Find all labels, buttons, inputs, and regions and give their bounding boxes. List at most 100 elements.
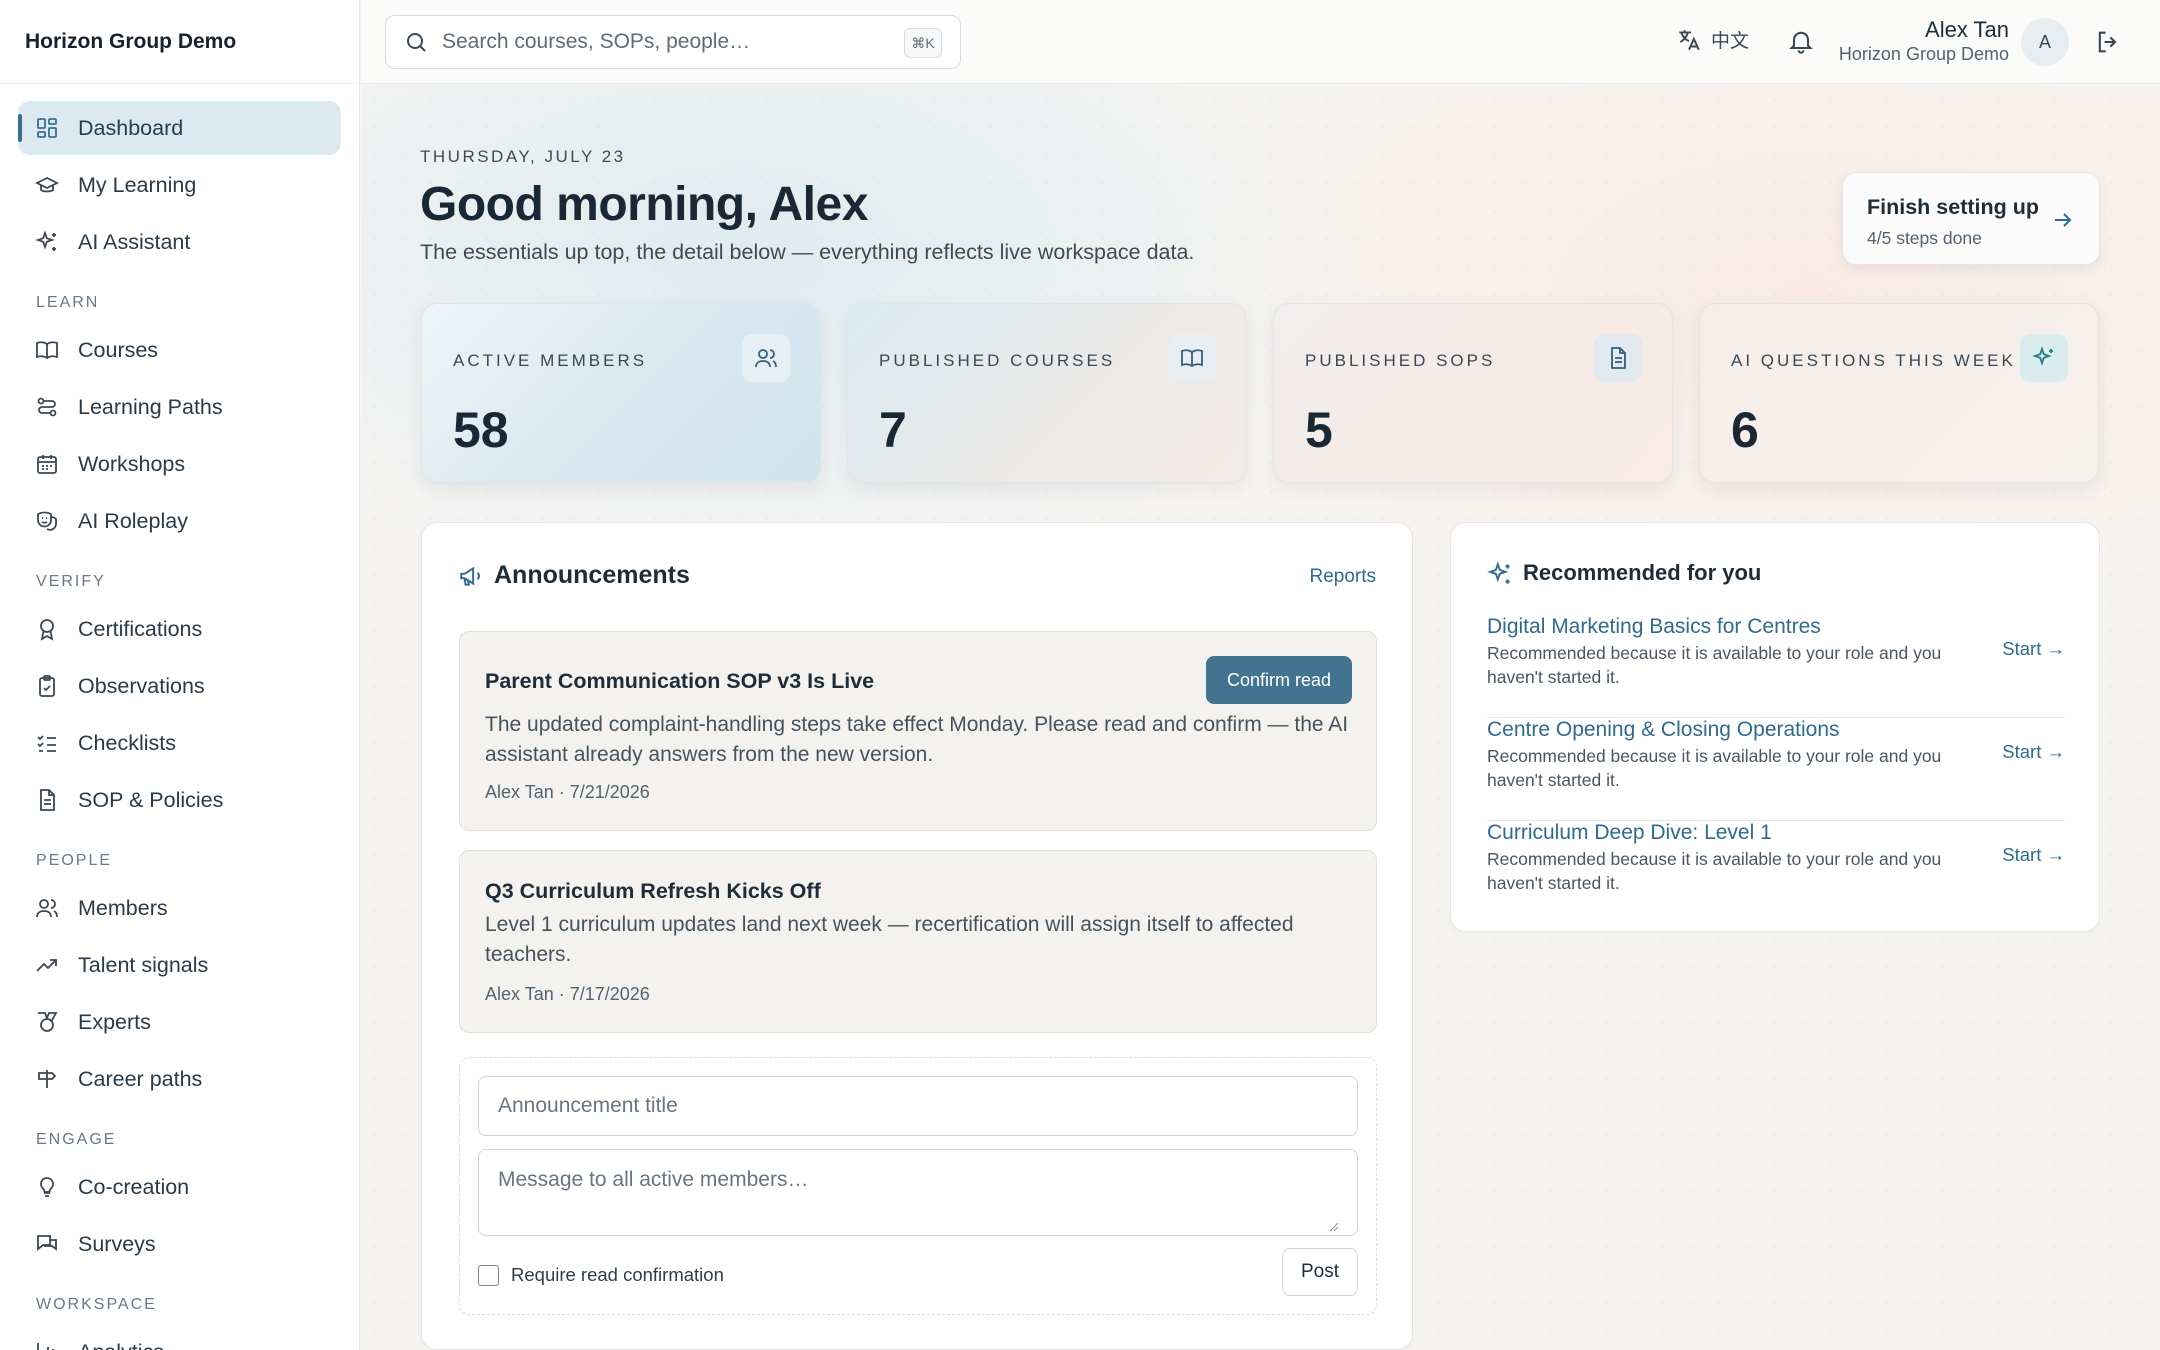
signpost-icon (38, 1070, 57, 1088)
translate-icon (1679, 29, 1700, 50)
sidebar-nav: Dashboard My Learning AI Assistant LEARN… (0, 84, 359, 1350)
sidebar-item-label: SOP & Policies (78, 787, 224, 812)
lightbulb-icon (40, 1177, 54, 1197)
calendar-icon (37, 455, 57, 474)
sidebar-item-experts[interactable]: Experts (18, 995, 341, 1049)
start-button[interactable]: Start → (2002, 741, 2065, 763)
stat-icon-box (1594, 334, 1642, 382)
announcement-body: Level 1 curriculum updates land next wee… (485, 913, 1294, 966)
sidebar-item-sop-policies[interactable]: SOP & Policies (18, 773, 341, 827)
file-text-icon (40, 789, 55, 811)
announcement-item: Parent Communication SOP v3 Is Live Conf… (459, 631, 1377, 831)
sidebar-item-co-creation[interactable]: Co-creation (18, 1160, 341, 1214)
section-learn: LEARN (36, 294, 100, 311)
sidebar-item-workshops[interactable]: Workshops (18, 437, 341, 491)
brand-name: Horizon Group Demo (0, 0, 359, 84)
stat-card-active-members: ACTIVE MEMBERS 58 (421, 303, 821, 483)
sidebar-item-label: Co-creation (78, 1174, 190, 1199)
bar-chart-icon (37, 1343, 54, 1350)
sparkles-icon (1487, 561, 1510, 584)
stat-label: PUBLISHED COURSES (879, 351, 1116, 370)
require-confirmation-checkbox[interactable] (478, 1265, 499, 1286)
users-icon (755, 349, 777, 368)
section-engage: ENGAGE (36, 1131, 117, 1148)
start-button[interactable]: Start → (2002, 638, 2065, 660)
trending-up-icon (36, 959, 57, 972)
arrow-right-icon (2055, 213, 2072, 227)
stat-value: 5 (1305, 402, 1333, 458)
sidebar-item-label: AI Roleplay (78, 508, 188, 533)
user-org: Horizon Group Demo (1838, 44, 2009, 64)
recommendation-link[interactable]: Curriculum Deep Dive: Level 1 (1487, 821, 1772, 845)
users-icon (36, 899, 58, 918)
announcement-message-input[interactable]: Message to all active members… (478, 1149, 1358, 1236)
reports-link[interactable]: Reports (1309, 566, 1376, 588)
sidebar-item-label: Checklists (78, 730, 176, 755)
sidebar-item-label: Analytics (78, 1340, 164, 1350)
sidebar-item-label: Members (78, 895, 168, 920)
sparkles-icon (35, 230, 56, 251)
current-date: THURSDAY, JULY 23 (420, 147, 626, 166)
sidebar-item-label: AI Assistant (78, 229, 191, 254)
route-icon (37, 397, 57, 417)
sidebar-item-ai-roleplay[interactable]: AI Roleplay (18, 494, 341, 548)
announcement-meta: Alex Tan · 7/21/2026 (485, 782, 650, 802)
sidebar-item-certifications[interactable]: Certifications (18, 602, 341, 656)
sidebar-item-checklists[interactable]: Checklists (18, 716, 341, 770)
announcement-composer: Announcement title Message to all active… (459, 1057, 1377, 1315)
recommendation-reason: Recommended because it is available to y… (1487, 849, 1942, 893)
dashboard-icon (37, 118, 57, 138)
search-icon (407, 33, 426, 52)
recommended-title: Recommended for you (1523, 560, 1762, 585)
page-subtitle: The essentials up top, the detail below … (420, 240, 1195, 264)
sidebar-item-surveys[interactable]: Surveys (18, 1217, 341, 1271)
theater-masks-icon (37, 511, 57, 531)
section-verify: VERIFY (36, 573, 106, 590)
start-button[interactable]: Start → (2002, 844, 2065, 866)
sidebar: Horizon Group Demo Dashboard My Learning… (0, 0, 360, 1350)
list-checks-icon (37, 735, 56, 752)
clipboard-check-icon (39, 675, 55, 697)
stat-icon-box (1168, 334, 1216, 382)
finish-setup-button[interactable]: Finish setting up 4/5 steps done (1842, 172, 2100, 265)
medal-icon (38, 1012, 58, 1032)
sidebar-item-label: Dashboard (78, 115, 184, 140)
logout-icon[interactable] (2094, 28, 2122, 56)
recommendation-reason: Recommended because it is available to y… (1487, 643, 1942, 687)
announcement-title-input[interactable]: Announcement title (478, 1076, 1358, 1136)
sidebar-item-label: Surveys (78, 1231, 156, 1256)
sidebar-item-label: Learning Paths (78, 394, 223, 419)
language-toggle[interactable]: 中文 (1676, 26, 1749, 53)
sidebar-item-career-paths[interactable]: Career paths (18, 1052, 341, 1106)
avatar[interactable]: A (2021, 18, 2069, 66)
sidebar-item-talent-signals[interactable]: Talent signals (18, 938, 341, 992)
search-input[interactable]: Search courses, SOPs, people… ⌘K (385, 15, 961, 69)
sidebar-item-observations[interactable]: Observations (18, 659, 341, 713)
confirm-read-button[interactable]: Confirm read (1206, 656, 1352, 704)
sidebar-item-learning-paths[interactable]: Learning Paths (18, 380, 341, 434)
post-button[interactable]: Post (1282, 1248, 1358, 1296)
file-text-icon (1611, 347, 1626, 369)
stat-label: AI QUESTIONS THIS WEEK (1731, 351, 2016, 370)
graduation-cap-icon (35, 176, 59, 193)
sidebar-item-dashboard[interactable]: Dashboard (18, 101, 341, 155)
bell-icon[interactable] (1787, 27, 1815, 55)
recommendation-reason: Recommended because it is available to y… (1487, 746, 1942, 790)
stat-value: 6 (1731, 402, 1759, 458)
sidebar-item-my-learning[interactable]: My Learning (18, 158, 341, 212)
announcements-title: Announcements (494, 561, 690, 589)
main-content: THURSDAY, JULY 23 Good morning, Alex The… (361, 85, 2160, 1350)
sidebar-item-label: Experts (78, 1009, 151, 1034)
recommendation-link[interactable]: Digital Marketing Basics for Centres (1487, 615, 1821, 639)
stat-card-ai-questions: AI QUESTIONS THIS WEEK 6 (1699, 303, 2099, 483)
sidebar-item-ai-assistant[interactable]: AI Assistant (18, 215, 341, 269)
megaphone-icon (460, 566, 480, 586)
search-shortcut: ⌘K (904, 28, 942, 58)
recommendation-link[interactable]: Centre Opening & Closing Operations (1487, 718, 1840, 742)
announcement-title: Parent Communication SOP v3 Is Live (485, 669, 875, 693)
resize-handle-icon[interactable] (1329, 1222, 1339, 1232)
stat-icon-box (742, 334, 790, 382)
sidebar-item-members[interactable]: Members (18, 881, 341, 935)
sidebar-item-analytics[interactable]: Analytics (18, 1325, 341, 1350)
sidebar-item-courses[interactable]: Courses (18, 323, 341, 377)
